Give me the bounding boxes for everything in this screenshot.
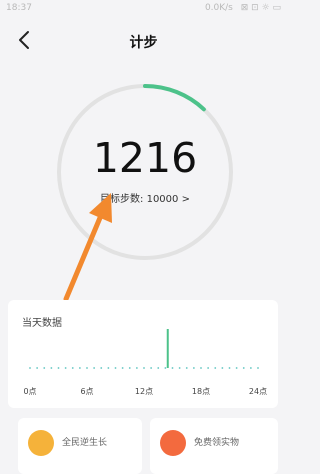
x-tick-label: 0点 [23,387,36,396]
baseline-dot [57,367,60,369]
baseline-dot [128,367,131,369]
status-indicators: 0.0K/s ⊠ ⊡ ☼ ▭ [200,3,281,13]
baseline-dot [192,367,195,369]
x-tick-label: 6点 [80,387,93,396]
baseline-dot [43,367,46,369]
step-ring: 1216 目标步数: 10000 > [55,82,235,262]
step-count: 1216 [92,134,198,182]
baseline-dot [257,367,259,369]
baseline-dot [143,367,145,369]
baseline-dot [150,367,153,369]
baseline-dot [157,367,160,369]
baseline-dot [114,367,117,369]
ring-progress-arc [143,84,206,112]
step-bar [166,329,169,368]
daily-steps-chart: 0点 6点 12点 18点 24点 [23,329,267,396]
feature-label: 全民逆生长 [62,438,108,448]
baseline-dot [29,367,31,369]
goal-steps-link[interactable]: 目标步数: 10000 > [55,190,235,205]
baseline-dot [221,367,224,369]
network-speed: 0.0K/s [204,3,233,13]
baseline-dot [107,367,110,369]
baseline-dot [200,367,202,369]
baseline-dot [86,367,88,369]
baseline-dot [207,367,210,369]
baseline-dot [249,367,252,369]
baseline-dot [64,367,67,369]
page-title: 计步 [129,35,158,51]
baseline-dot [36,367,39,369]
baseline-dot [50,367,53,369]
feature-card-free-gift[interactable]: 免费领实物 [150,418,278,474]
feature-label: 免费领实物 [194,438,240,448]
status-icons: ⊠ ⊡ ☼ ▭ [240,3,281,13]
baseline-dot [178,367,181,369]
baseline-dot [214,367,217,369]
daily-data-card: 当天数据 0点 6点 12点 18点 24点 [8,300,278,408]
baseline-dot [228,367,231,369]
x-tick-label: 24点 [249,387,267,396]
x-tick-label: 12点 [135,387,153,396]
baseline-dot [235,367,238,369]
baseline-dot [78,367,81,369]
gift-icon [160,430,186,456]
x-tick-label: 18点 [192,387,210,396]
status-time: 18:37 [6,3,32,13]
baseline-dot [185,367,188,369]
baseline-dot [135,367,138,369]
baseline-dot [242,367,245,369]
baseline-dot [71,367,74,369]
coin-icon [28,430,54,456]
baseline-dot [164,367,167,369]
baseline-dot [100,367,103,369]
feature-card-anti-aging[interactable]: 全民逆生长 [18,418,142,474]
baseline-dot [171,367,174,369]
baseline-dot [121,367,124,369]
status-bar: 18:37 0.0K/s ⊠ ⊡ ☼ ▭ [0,0,287,20]
baseline-dot [93,367,96,369]
